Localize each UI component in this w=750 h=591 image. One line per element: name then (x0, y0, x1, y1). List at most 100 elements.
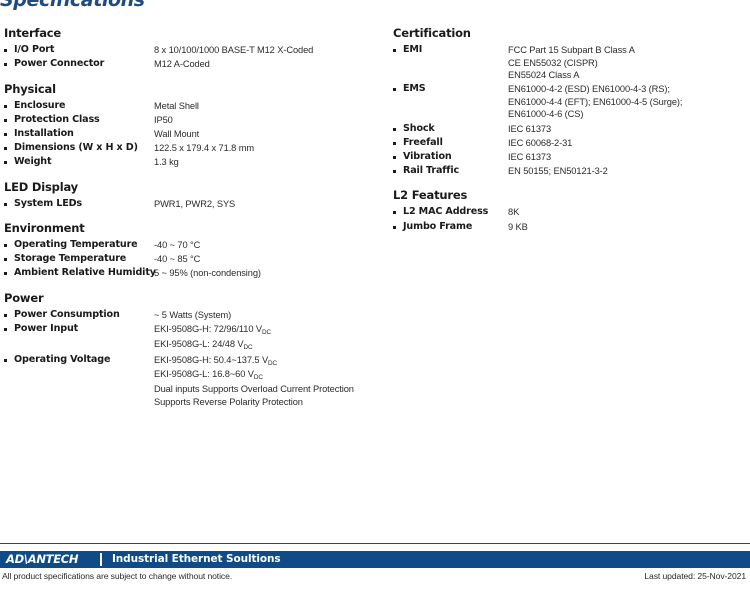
spec-row-enclosure: Enclosure Metal Shell (4, 99, 384, 113)
spec-value: IEC 60068-2-31 (508, 137, 573, 148)
spec-value: IEC 61373 (508, 151, 552, 162)
spec-label: Power Connector (14, 58, 105, 70)
spec-value: EKI-9508G-H: 72/96/110 VDC EKI-9508G-L: 2… (154, 324, 272, 351)
bullet-square-icon (4, 353, 14, 362)
spec-row-dimensions-w-x-h-x-d: Dimensions (W x H x D) 122.5 x 179.4 x 71… (4, 141, 384, 155)
spec-value: 5 ~ 95% (non-condensing) (154, 268, 261, 279)
spec-group-title: Interface (4, 26, 62, 40)
bullet-square-icon (4, 127, 14, 136)
spec-value: Wall Mount (154, 128, 200, 139)
bullet-square-icon (4, 308, 14, 318)
spec-group-led-display: LED Display System LEDs PWR1, PWR2, SYS (4, 180, 384, 211)
spec-label: EMS (403, 83, 426, 95)
spec-value: IEC 61373 (508, 123, 552, 134)
spec-group-certification: Certification EMI FCC Part 15 Subpart B Cl… (393, 26, 750, 177)
spec-value: M12 A-Coded (154, 59, 210, 70)
spec-value: 1.3 kg (154, 157, 179, 168)
bullet-square-icon (4, 197, 14, 206)
spec-row-system-leds: System LEDs PWR1, PWR2, SYS (4, 197, 384, 211)
spec-label: Weight (14, 156, 52, 168)
spec-value: -40 ~ 85 °C (154, 254, 201, 265)
spec-row-i-o-port: I/O Port 8 x 10/100/1000 BASE-T M12 X-Cod… (4, 43, 384, 57)
footer-divider-rule (0, 543, 750, 544)
spec-group-title: Certification (393, 26, 471, 40)
spec-row-vibration: Vibration IEC 61373 (393, 150, 750, 164)
bullet-square-icon (393, 122, 403, 131)
spec-row-emi: EMI FCC Part 15 Subpart B Class A CE EN550… (393, 43, 750, 82)
spec-value: PWR1, PWR2, SYS (154, 198, 236, 209)
spec-label: Storage Temperature (14, 253, 127, 265)
spec-row-weight: Weight 1.3 kg (4, 155, 384, 169)
bullet-square-icon (393, 43, 403, 52)
spec-label: Vibration (403, 150, 452, 162)
spec-label: Rail Traffic (403, 164, 459, 176)
spec-group-title: Physical (4, 81, 56, 96)
bullet-square-icon (4, 266, 14, 276)
spec-row-power-input: Power Input EKI-9508G-H: 72/96/110 VDC EKI… (4, 322, 384, 352)
spec-group-l2-features: L2 Features L2 MAC Address 8K Jumbo Frame 9 … (393, 188, 750, 233)
bullet-square-icon (4, 238, 14, 248)
spec-label: Installation (14, 127, 74, 139)
spec-value: IP50 (154, 114, 173, 125)
spec-label: Ambient Relative Humidity (14, 267, 156, 279)
spec-value: EKI-9508G-H: 50.4~137.5 VDC EKI-9508G-L: … (154, 354, 354, 407)
spec-label: Protection Class (14, 113, 100, 125)
bullet-square-icon (4, 99, 14, 108)
spec-group-title: L2 Features (393, 188, 468, 203)
spec-label: Operating Temperature (14, 239, 138, 251)
spec-row-shock: Shock IEC 61373 (393, 122, 750, 136)
bullet-square-icon (393, 136, 403, 145)
spec-row-rail-traffic: Rail Traffic EN 50155; EN50121-3-2 (393, 164, 750, 178)
bullet-square-icon (393, 164, 403, 173)
spec-row-jumbo-frame: Jumbo Frame 9 KB (393, 220, 750, 234)
spec-row-power-consumption: Power Consumption ~ 5 Watts (System) (4, 308, 384, 322)
spec-row-power-connector: Power Connector M12 A-Coded (4, 57, 384, 71)
spec-row-l2-mac-address: L2 MAC Address 8K (393, 205, 750, 219)
spec-label: I/O Port (14, 44, 55, 55)
spec-value: FCC Part 15 Subpart B Class A CE EN55032 … (508, 45, 635, 81)
bullet-square-icon (4, 43, 14, 52)
spec-label: Operating Voltage (14, 353, 111, 365)
spec-label: EMI (403, 44, 423, 55)
spec-value: EN 50155; EN50121-3-2 (508, 165, 608, 176)
spec-label: Power Input (14, 323, 79, 335)
advantech-logo: AD\ANTECH (6, 552, 79, 566)
bullet-square-icon (393, 205, 403, 215)
bullet-square-icon (4, 155, 14, 165)
spec-label: System LEDs (14, 197, 82, 209)
spec-value: EN61000-4-2 (ESD) EN61000-4-3 (RS); EN610… (508, 84, 683, 120)
footer-note-row: All product specifications are subject t… (0, 571, 750, 581)
spec-group-physical: Physical Enclosure Metal Shell Protection C… (4, 82, 384, 169)
spec-value: 122.5 x 179.4 x 71.8 mm (154, 142, 255, 153)
spec-group-interface: Interface I/O Port 8 x 10/100/1000 BASE-T … (4, 26, 384, 71)
specifications-left-column: Interface I/O Port 8 x 10/100/1000 BASE-T … (4, 26, 384, 409)
spec-label: Dimensions (W x H x D) (14, 141, 138, 153)
spec-row-installation: Installation Wall Mount (4, 127, 384, 141)
footer-tagline: Industrial Ethernet Soultions (112, 553, 281, 565)
spec-label: Freefall (403, 136, 443, 148)
page-title: Specifications (0, 0, 145, 11)
specifications-right-column: Certification EMI FCC Part 15 Subpart B Cl… (393, 26, 750, 234)
footer-logo-separator (100, 553, 102, 566)
spec-value: 8K (508, 207, 520, 218)
spec-group-title: Power (4, 291, 44, 306)
bullet-square-icon (393, 82, 403, 92)
footer-brand-bar: AD\ANTECH Industrial Ethernet Soultions (0, 551, 750, 568)
spec-value: Metal Shell (154, 100, 199, 111)
specifications-page: Specifications Interface I/O Port 8 x 10/1… (0, 0, 750, 591)
bullet-square-icon (4, 113, 14, 122)
bullet-square-icon (393, 220, 403, 229)
bullet-square-icon (4, 141, 14, 150)
spec-group-title: LED Display (4, 179, 78, 194)
spec-label: Shock (403, 122, 435, 134)
spec-row-ambient-relative-humidity: Ambient Relative Humidity 5 ~ 95% (non-co… (4, 266, 384, 280)
spec-label: L2 MAC Address (403, 206, 489, 218)
spec-group-power: Power Power Consumption ~ 5 Watts (System)… (4, 291, 384, 408)
footer-last-updated: Last updated: 25-Nov-2021 (644, 571, 746, 581)
bullet-square-icon (393, 150, 403, 159)
spec-label: Jumbo Frame (403, 220, 473, 232)
spec-row-operating-voltage: Operating Voltage EKI-9508G-H: 50.4~137.5… (4, 353, 384, 408)
spec-group-environment: Environment Operating Temperature -40 ~ 70… (4, 221, 384, 280)
spec-label: Power Consumption (14, 309, 120, 321)
spec-row-freefall: Freefall IEC 60068-2-31 (393, 136, 750, 150)
